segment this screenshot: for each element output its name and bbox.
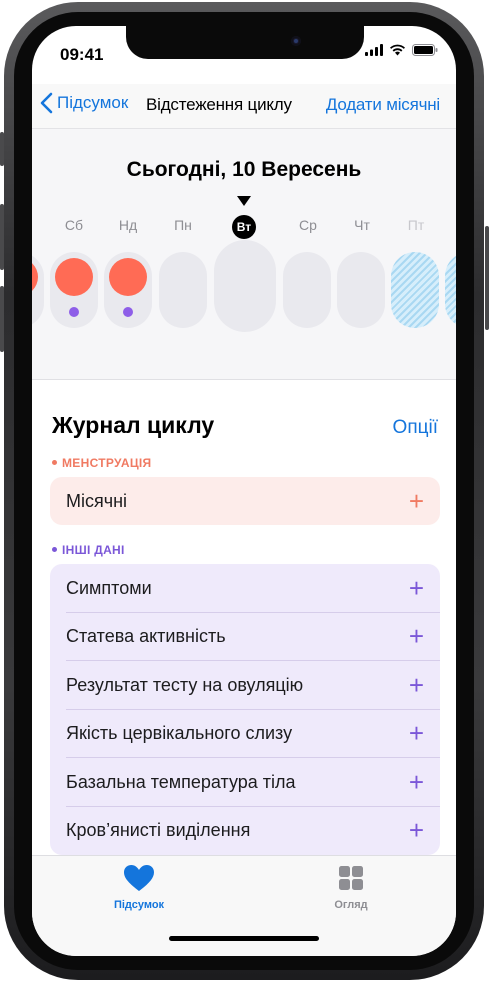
add-icon[interactable]: + <box>409 817 424 843</box>
battery-icon <box>412 44 438 56</box>
navigation-bar: Підсумок Відстеження циклу Додати місячн… <box>32 84 456 129</box>
symptoms-row[interactable]: Симптоми + <box>50 564 440 612</box>
day-label-thursday: Чт <box>354 217 370 233</box>
bullet-icon <box>52 460 57 465</box>
period-dot <box>109 258 147 296</box>
period-dot <box>55 258 93 296</box>
tab-summary[interactable]: Підсумок <box>84 864 194 911</box>
day-pill-friday-predicted[interactable] <box>391 252 439 328</box>
sexual-activity-row-label: Статева активність <box>66 625 226 646</box>
power-button <box>485 226 489 330</box>
day-label-friday: Пт <box>407 217 425 233</box>
spotting-row-label: Кров’янисті виділення <box>66 819 251 840</box>
tab-browse-label: Огляд <box>334 899 368 911</box>
volume-up-button <box>0 204 4 270</box>
screen: 09:41 Підсумок Відстеження циклу Додати … <box>32 26 456 956</box>
home-indicator <box>169 936 319 941</box>
sexual-activity-row[interactable]: Статева активність + <box>50 612 440 660</box>
day-pill-thursday[interactable] <box>337 252 385 328</box>
cervical-mucus-row-label: Якість цервікального слизу <box>66 722 293 743</box>
day-pill-today[interactable] <box>214 240 276 332</box>
wifi-icon <box>390 44 405 56</box>
selected-date-title: Сьогодні, 10 Вересень <box>126 158 362 181</box>
add-icon[interactable]: + <box>409 672 424 698</box>
back-button-label: Підсумок <box>57 93 129 112</box>
cellular-signal-icon <box>365 44 383 56</box>
fertile-dot <box>123 307 133 317</box>
add-icon[interactable]: + <box>409 623 424 649</box>
status-time: 09:41 <box>60 45 104 64</box>
period-row-label: Місячні <box>66 490 128 511</box>
today-pointer-icon <box>237 196 251 206</box>
bullet-icon <box>52 547 57 552</box>
add-icon[interactable]: + <box>409 720 424 746</box>
other-data-list: Симптоми + Статева активність + Результа… <box>50 564 440 855</box>
basal-temperature-row-label: Базальна температура тіла <box>66 771 296 792</box>
notch <box>126 26 364 59</box>
fertile-dot <box>69 307 79 317</box>
day-pill-wednesday[interactable] <box>283 252 331 328</box>
back-button[interactable]: Підсумок <box>40 92 128 114</box>
mute-switch <box>0 132 4 166</box>
add-icon[interactable]: + <box>409 575 424 601</box>
cervical-mucus-row[interactable]: Якість цервікального слизу + <box>50 709 440 757</box>
other-data-section-text: ІНШІ ДАНІ <box>62 543 125 557</box>
heart-icon <box>124 865 154 891</box>
day-label-monday: Пн <box>174 217 192 233</box>
menstruation-section-text: МЕНСТРУАЦІЯ <box>62 456 152 470</box>
other-data-section-label: ІНШІ ДАНІ <box>52 543 125 557</box>
add-period-button[interactable]: Додати місячні <box>326 95 440 115</box>
tab-browse[interactable]: Огляд <box>296 864 406 911</box>
chevron-left-icon <box>40 92 53 114</box>
period-row[interactable]: Місячні + <box>50 477 440 525</box>
symptoms-row-label: Симптоми <box>66 577 152 598</box>
day-pill-monday[interactable] <box>159 252 207 328</box>
day-label-saturday: Сб <box>64 217 84 233</box>
status-icons <box>365 44 438 56</box>
basal-temperature-row[interactable]: Базальна температура тіла + <box>50 758 440 806</box>
add-icon[interactable]: + <box>409 488 424 514</box>
ovulation-test-row-label: Результат тесту на овуляцію <box>66 674 304 695</box>
header-divider <box>32 379 456 380</box>
front-camera <box>291 36 301 46</box>
day-label-sunday: Нд <box>118 217 138 233</box>
day-label-wednesday: Ср <box>299 217 317 233</box>
cycle-log-title: Журнал циклу <box>52 412 215 438</box>
spotting-row[interactable]: Кров’янисті виділення + <box>50 806 440 854</box>
volume-down-button <box>0 286 4 352</box>
options-button[interactable]: Опції <box>393 417 438 439</box>
grid-icon <box>339 866 363 890</box>
day-label-today: Вт <box>232 215 256 239</box>
add-icon[interactable]: + <box>409 769 424 795</box>
nav-title: Відстеження циклу <box>146 95 292 114</box>
tab-summary-label: Підсумок <box>113 899 165 911</box>
menstruation-section-label: МЕНСТРУАЦІЯ <box>52 456 151 470</box>
ovulation-test-row[interactable]: Результат тесту на овуляцію + <box>50 661 440 709</box>
